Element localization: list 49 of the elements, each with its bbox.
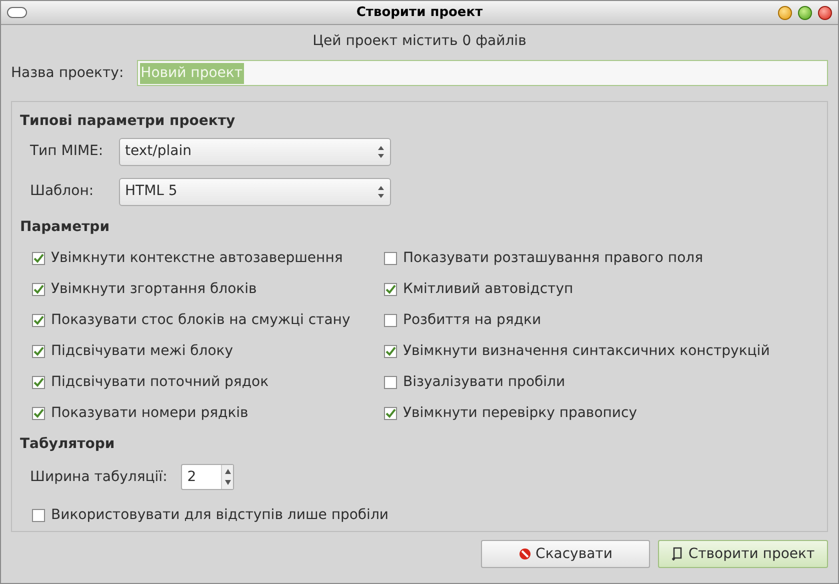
field-label: Тип MIME: [30, 142, 104, 162]
section-heading: Параметри [20, 218, 110, 237]
new-document-icon [671, 547, 684, 561]
maximize-button[interactable] [798, 6, 812, 20]
dropdown[interactable]: HTML 5 [119, 178, 391, 206]
no-entry-icon [518, 548, 531, 560]
updown-arrows-icon [377, 144, 385, 159]
cancel-button[interactable]: Скасувати [481, 540, 650, 568]
checkbox-label: Візуалізувати пробіли [403, 372, 566, 392]
checkbox-label: Підсвічувати поточний рядок [51, 372, 269, 392]
checkbox[interactable] [32, 406, 45, 420]
checkbox-label: Показувати розташування правого поля [403, 248, 704, 268]
checkbox-label: Використовувати для відступів лише пробіли [51, 506, 388, 525]
checkbox[interactable] [384, 314, 397, 327]
checkbox[interactable] [384, 406, 397, 420]
checkbox[interactable] [32, 509, 45, 522]
checkbox-label: Увімкнути визначення синтаксичних конструкцій [403, 342, 770, 361]
tab-width-spinbox[interactable]: 2 [181, 464, 234, 490]
checkbox-label: Показувати стос блоків на смужці стану [51, 310, 350, 330]
window-title: Створити проект [356, 4, 483, 22]
checkbox-label: Кмітливий автовідступ [403, 280, 574, 299]
field-label: Назва проекту: [11, 64, 124, 82]
checkbox[interactable] [384, 252, 397, 265]
spin-arrows-icon[interactable] [221, 465, 234, 490]
field-label: Шаблон: [30, 182, 95, 202]
create-project-button[interactable]: Створити проект [658, 540, 828, 568]
checkbox[interactable] [384, 376, 397, 389]
checkbox-label: Увімкнути перевірку правопису [403, 404, 637, 423]
window-menu-button[interactable] [7, 7, 27, 18]
checkbox[interactable] [384, 344, 397, 358]
checkbox-label: Увімкнути згортання блоків [51, 280, 257, 299]
checkbox[interactable] [32, 314, 45, 327]
close-button[interactable] [818, 6, 832, 20]
checkbox-label: Показувати номери рядків [51, 404, 248, 423]
checkbox-label: Підсвічувати межі блоку [51, 342, 234, 361]
checkbox-label: Увімкнути контекстне автозавершення [51, 248, 343, 268]
checkbox[interactable] [384, 282, 397, 296]
minimize-button[interactable] [778, 6, 792, 20]
section-heading: Типові параметри проекту [20, 112, 236, 131]
dropdown[interactable]: text/plain [119, 138, 391, 166]
checkbox-label: Розбиття на рядки [403, 310, 542, 330]
checkbox[interactable] [32, 344, 45, 358]
file-count-text: Цей проект містить 0 файлів [312, 32, 526, 51]
checkbox[interactable] [32, 282, 45, 296]
field-label: Ширина табуляції: [30, 468, 168, 487]
updown-arrows-icon [377, 184, 385, 199]
checkbox[interactable] [32, 252, 45, 265]
section-heading: Табулятори [20, 434, 115, 454]
checkbox[interactable] [32, 376, 45, 389]
